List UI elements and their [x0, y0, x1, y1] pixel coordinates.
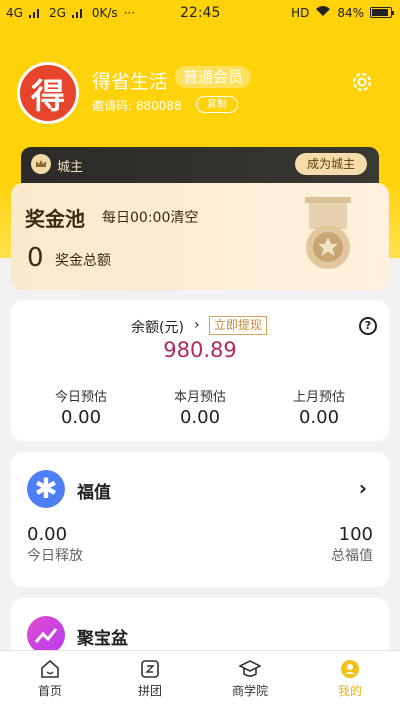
- wifi-icon: [315, 5, 331, 20]
- home-icon: [39, 659, 61, 679]
- city-owner-label: 城主: [57, 160, 84, 175]
- tab-home-label: 首页: [37, 684, 62, 698]
- jubaopen-title: 聚宝盆: [77, 629, 128, 649]
- prize-pool-card: 奖金池 每日00:00清空 0 奖金总额: [11, 183, 389, 290]
- chevron-right-icon[interactable]: ›: [194, 317, 200, 333]
- fuzhi-total-value: 100: [338, 524, 373, 545]
- member-badge: 普通会员: [175, 66, 252, 88]
- fuzhi-total-label: 总福值: [331, 548, 373, 564]
- estimate-last-month-label: 上月预估: [292, 390, 345, 405]
- tab-academy[interactable]: 商学院: [220, 659, 280, 699]
- academy-icon: [238, 659, 262, 679]
- user-name: 得省生活: [92, 71, 169, 93]
- asterisk-icon: ✱: [27, 470, 65, 508]
- signal-icon-2: [71, 8, 86, 18]
- prize-pool-amount-label: 奖金总额: [55, 253, 111, 269]
- chart-icon: [27, 616, 65, 654]
- tab-academy-label: 商学院: [231, 684, 268, 698]
- network-label-1: 4G: [6, 6, 23, 20]
- group-icon: [139, 659, 161, 679]
- medal-icon: [295, 195, 361, 283]
- profile-icon: [339, 659, 361, 679]
- bottom-tab-bar: 首页 拼团 商学院 我的: [0, 650, 400, 711]
- status-bar: 4G 2G 0K/s ··· 22:45 HD 84%: [0, 0, 400, 28]
- crown-icon: [31, 154, 51, 174]
- balance-card: 余额(元) › 立即提现 ? 980.89 今日预估 0.00 本月预估 0.0…: [11, 300, 389, 441]
- fuzhi-title: 福值: [77, 483, 111, 503]
- estimate-month-value: 0.00: [179, 407, 221, 428]
- estimate-today: 今日预估 0.00: [21, 386, 141, 428]
- settings-gear-icon[interactable]: [350, 70, 374, 94]
- fuzhi-today-label: 今日释放: [27, 548, 83, 564]
- fuzhi-card[interactable]: ✱ 福值 › 0.00 今日释放 100 总福值: [11, 452, 389, 587]
- estimate-last-month-value: 0.00: [298, 407, 340, 428]
- battery-percent: 84%: [337, 5, 364, 20]
- battery-icon: [370, 7, 394, 18]
- become-city-owner-button[interactable]: 成为城主: [294, 153, 367, 175]
- invite-code: 邀请码: 880088: [92, 99, 182, 113]
- estimate-month: 本月预估 0.00: [140, 386, 260, 428]
- estimate-month-label: 本月预估: [173, 390, 226, 405]
- notification-more-icon: ···: [123, 6, 136, 20]
- chevron-right-icon[interactable]: ›: [359, 476, 367, 500]
- status-right: HD 84%: [291, 5, 394, 20]
- prize-pool-subtitle: 每日00:00清空: [102, 210, 199, 226]
- city-owner-banner: 城主 成为城主: [21, 147, 379, 183]
- estimate-today-label: 今日预估: [54, 390, 107, 405]
- estimate-last-month: 上月预估 0.00: [259, 386, 379, 428]
- tab-group[interactable]: 拼团: [120, 659, 180, 699]
- withdraw-button[interactable]: 立即提现: [209, 316, 268, 335]
- help-icon[interactable]: ?: [359, 317, 377, 335]
- signal-icon: [28, 8, 43, 18]
- hd-label: HD: [291, 5, 310, 20]
- tab-profile[interactable]: 我的: [320, 659, 380, 699]
- balance-amount: 980.89: [163, 338, 237, 362]
- network-label-2: 2G: [48, 6, 66, 20]
- balance-label: 余额(元): [131, 320, 184, 336]
- tab-profile-label: 我的: [337, 684, 362, 698]
- prize-pool-amount: 0: [27, 243, 44, 273]
- estimate-today-value: 0.00: [60, 407, 102, 428]
- network-speed: 0K/s: [91, 6, 118, 20]
- prize-pool-title: 奖金池: [25, 207, 85, 231]
- clock: 22:45: [180, 5, 221, 21]
- avatar-logo-char: 得: [31, 76, 65, 117]
- tab-group-label: 拼团: [137, 684, 162, 698]
- fuzhi-today-value: 0.00: [27, 524, 68, 545]
- copy-button[interactable]: 复制: [196, 96, 238, 113]
- avatar[interactable]: 得: [17, 62, 79, 124]
- tab-home[interactable]: 首页: [20, 659, 80, 699]
- status-left: 4G 2G 0K/s ···: [6, 6, 135, 20]
